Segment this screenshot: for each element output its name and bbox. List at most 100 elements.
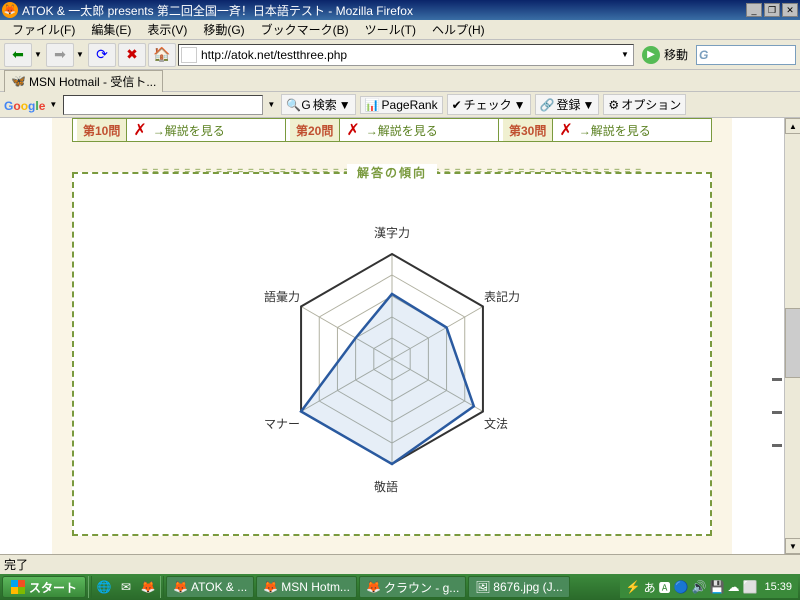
task-button-jpg[interactable]: 🖼8676.jpg (J...	[468, 576, 569, 598]
status-text: 完了	[4, 556, 28, 573]
explain-link-10[interactable]: →解説を見る	[153, 122, 225, 139]
scroll-thumb[interactable]	[785, 308, 800, 378]
windows-flag-icon	[11, 580, 25, 594]
system-tray[interactable]: ⚡ あ 🅰 🔵 🔊 💾 ☁ ⬜ 15:39	[620, 576, 798, 598]
google-menu-dropdown[interactable]: ▼	[49, 100, 59, 109]
register-button[interactable]: 🔗 登録 ▼	[535, 94, 600, 115]
scroll-marks	[772, 378, 782, 477]
google-toolbar: Google ▼ ▼ 🔍G 検索 ▼ 📊 PageRank ✔ チェック ▼ 🔗…	[0, 92, 800, 118]
vertical-scrollbar[interactable]: ▲ ▼	[784, 118, 800, 554]
taskbar-separator	[88, 576, 92, 598]
tray-icon[interactable]: ⬜	[743, 580, 758, 594]
search-box[interactable]: G	[696, 45, 796, 65]
nav-toolbar: ⬅▼ ➡▼ ⟳ ✖ 🏠 ▼ ▶ 移動 G	[0, 40, 800, 70]
menu-tools[interactable]: ツール(T)	[357, 19, 424, 40]
image-icon: 🖼	[475, 580, 489, 594]
menu-view[interactable]: 表示(V)	[139, 19, 195, 40]
tray-volume-icon[interactable]: 🔊	[692, 580, 707, 594]
tray-icon[interactable]: ⚡	[626, 580, 641, 594]
google-logo: Google	[4, 97, 45, 113]
chart-container: = = = = = = = = = = = = = = = = = = = = …	[72, 172, 712, 536]
taskbar: スタート 🌐 ✉ 🦊 🦊ATOK & ... 🦊MSN Hotm... 🦊クラウ…	[0, 574, 800, 600]
q10-label: 第10問	[77, 119, 127, 141]
firefox-icon: 🦊	[263, 580, 277, 594]
question-row: 第10問 ✗ →解説を見る 第20問 ✗ →解説を見る 第30問 ✗ →解説を見…	[72, 118, 712, 142]
back-dropdown[interactable]: ▼	[34, 50, 44, 59]
window-title: ATOK & 一太郎 presents 第二回全国一斉！日本語テスト - Moz…	[22, 2, 744, 19]
menu-edit[interactable]: 編集(E)	[83, 19, 139, 40]
taskbar-clock[interactable]: 15:39	[764, 581, 792, 593]
task-button-atok[interactable]: 🦊ATOK & ...	[166, 576, 254, 598]
axis-label: 文法	[484, 415, 508, 432]
menu-bar: ファイル(F) 編集(E) 表示(V) 移動(G) ブックマーク(B) ツール(…	[0, 20, 800, 40]
question-cell-10: 第10問 ✗ →解説を見る	[73, 119, 286, 141]
forward-button[interactable]: ➡	[46, 43, 74, 67]
go-label: 移動	[664, 46, 688, 63]
stop-button[interactable]: ✖	[118, 43, 146, 67]
scroll-up-button[interactable]: ▲	[785, 118, 800, 134]
pagerank-button[interactable]: 📊 PageRank	[360, 96, 443, 114]
tray-icon[interactable]: 🔵	[674, 580, 689, 594]
explain-link-30[interactable]: →解説を見る	[579, 122, 651, 139]
question-cell-30: 第30問 ✗ →解説を見る	[499, 119, 711, 141]
wrong-icon: ✗	[346, 120, 359, 140]
quicklaunch-mail[interactable]: ✉	[116, 577, 136, 597]
go-icon: ▶	[642, 46, 660, 64]
forward-dropdown[interactable]: ▼	[76, 50, 86, 59]
tab-bar: 🦋 MSN Hotmail - 受信ト...	[0, 70, 800, 92]
menu-bookmarks[interactable]: ブックマーク(B)	[253, 19, 357, 40]
tray-icon[interactable]: 💾	[710, 580, 725, 594]
start-button[interactable]: スタート	[2, 576, 86, 598]
start-label: スタート	[29, 579, 77, 596]
radar-chart: 漢字力表記力文法敬語マナー語彙力	[212, 214, 572, 494]
tray-icon[interactable]: 🅰	[659, 579, 671, 596]
minimize-button[interactable]: _	[746, 3, 762, 17]
q20-label: 第20問	[290, 119, 340, 141]
firefox-icon: 🦊	[366, 580, 380, 594]
spellcheck-button[interactable]: ✔ チェック ▼	[447, 94, 531, 115]
google-search-dropdown[interactable]: ▼	[267, 100, 277, 109]
menu-go[interactable]: 移動(G)	[195, 19, 252, 40]
firefox-icon: 🦊	[173, 580, 187, 594]
google-search-input[interactable]	[63, 95, 263, 115]
tab-label: MSN Hotmail - 受信ト...	[29, 73, 156, 90]
google-search-button[interactable]: 🔍G 検索 ▼	[281, 94, 355, 115]
page-icon	[181, 47, 197, 63]
home-button[interactable]: 🏠	[148, 43, 176, 67]
task-button-msn[interactable]: 🦊MSN Hotm...	[256, 576, 357, 598]
scroll-down-button[interactable]: ▼	[785, 538, 800, 554]
search-engine-icon: G	[699, 48, 708, 62]
url-bar[interactable]: ▼	[178, 44, 634, 66]
taskbar-separator	[160, 576, 164, 598]
butterfly-icon: 🦋	[11, 74, 25, 88]
url-dropdown[interactable]: ▼	[621, 50, 631, 59]
axis-label: マナー	[264, 415, 300, 432]
chart-title: 解答の傾向	[347, 164, 437, 181]
page-body: 第10問 ✗ →解説を見る 第20問 ✗ →解説を見る 第30問 ✗ →解説を見…	[52, 118, 732, 554]
menu-help[interactable]: ヘルプ(H)	[424, 19, 493, 40]
wrong-icon: ✗	[559, 120, 572, 140]
explain-link-20[interactable]: →解説を見る	[366, 122, 438, 139]
go-button[interactable]: ▶ 移動	[636, 46, 694, 64]
url-input[interactable]	[201, 48, 621, 62]
tray-ime-icon[interactable]: あ	[644, 579, 656, 596]
maximize-button[interactable]: ❐	[764, 3, 780, 17]
question-cell-20: 第20問 ✗ →解説を見る	[286, 119, 499, 141]
tray-icon[interactable]: ☁	[728, 580, 740, 594]
back-button[interactable]: ⬅	[4, 43, 32, 67]
axis-label: 漢字力	[374, 224, 410, 241]
wrong-icon: ✗	[133, 120, 146, 140]
q30-label: 第30問	[503, 119, 553, 141]
firefox-icon: 🦊	[2, 2, 18, 18]
quicklaunch-ie[interactable]: 🌐	[94, 577, 114, 597]
window-titlebar: 🦊 ATOK & 一太郎 presents 第二回全国一斉！日本語テスト - M…	[0, 0, 800, 20]
task-button-crown[interactable]: 🦊クラウン - g...	[359, 576, 466, 598]
menu-file[interactable]: ファイル(F)	[4, 19, 83, 40]
browser-tab[interactable]: 🦋 MSN Hotmail - 受信ト...	[4, 70, 163, 92]
reload-button[interactable]: ⟳	[88, 43, 116, 67]
axis-label: 語彙力	[264, 288, 300, 305]
axis-label: 敬語	[374, 478, 398, 495]
quicklaunch-firefox[interactable]: 🦊	[138, 577, 158, 597]
options-button[interactable]: ⚙ オプション	[603, 94, 686, 115]
close-button[interactable]: ✕	[782, 3, 798, 17]
